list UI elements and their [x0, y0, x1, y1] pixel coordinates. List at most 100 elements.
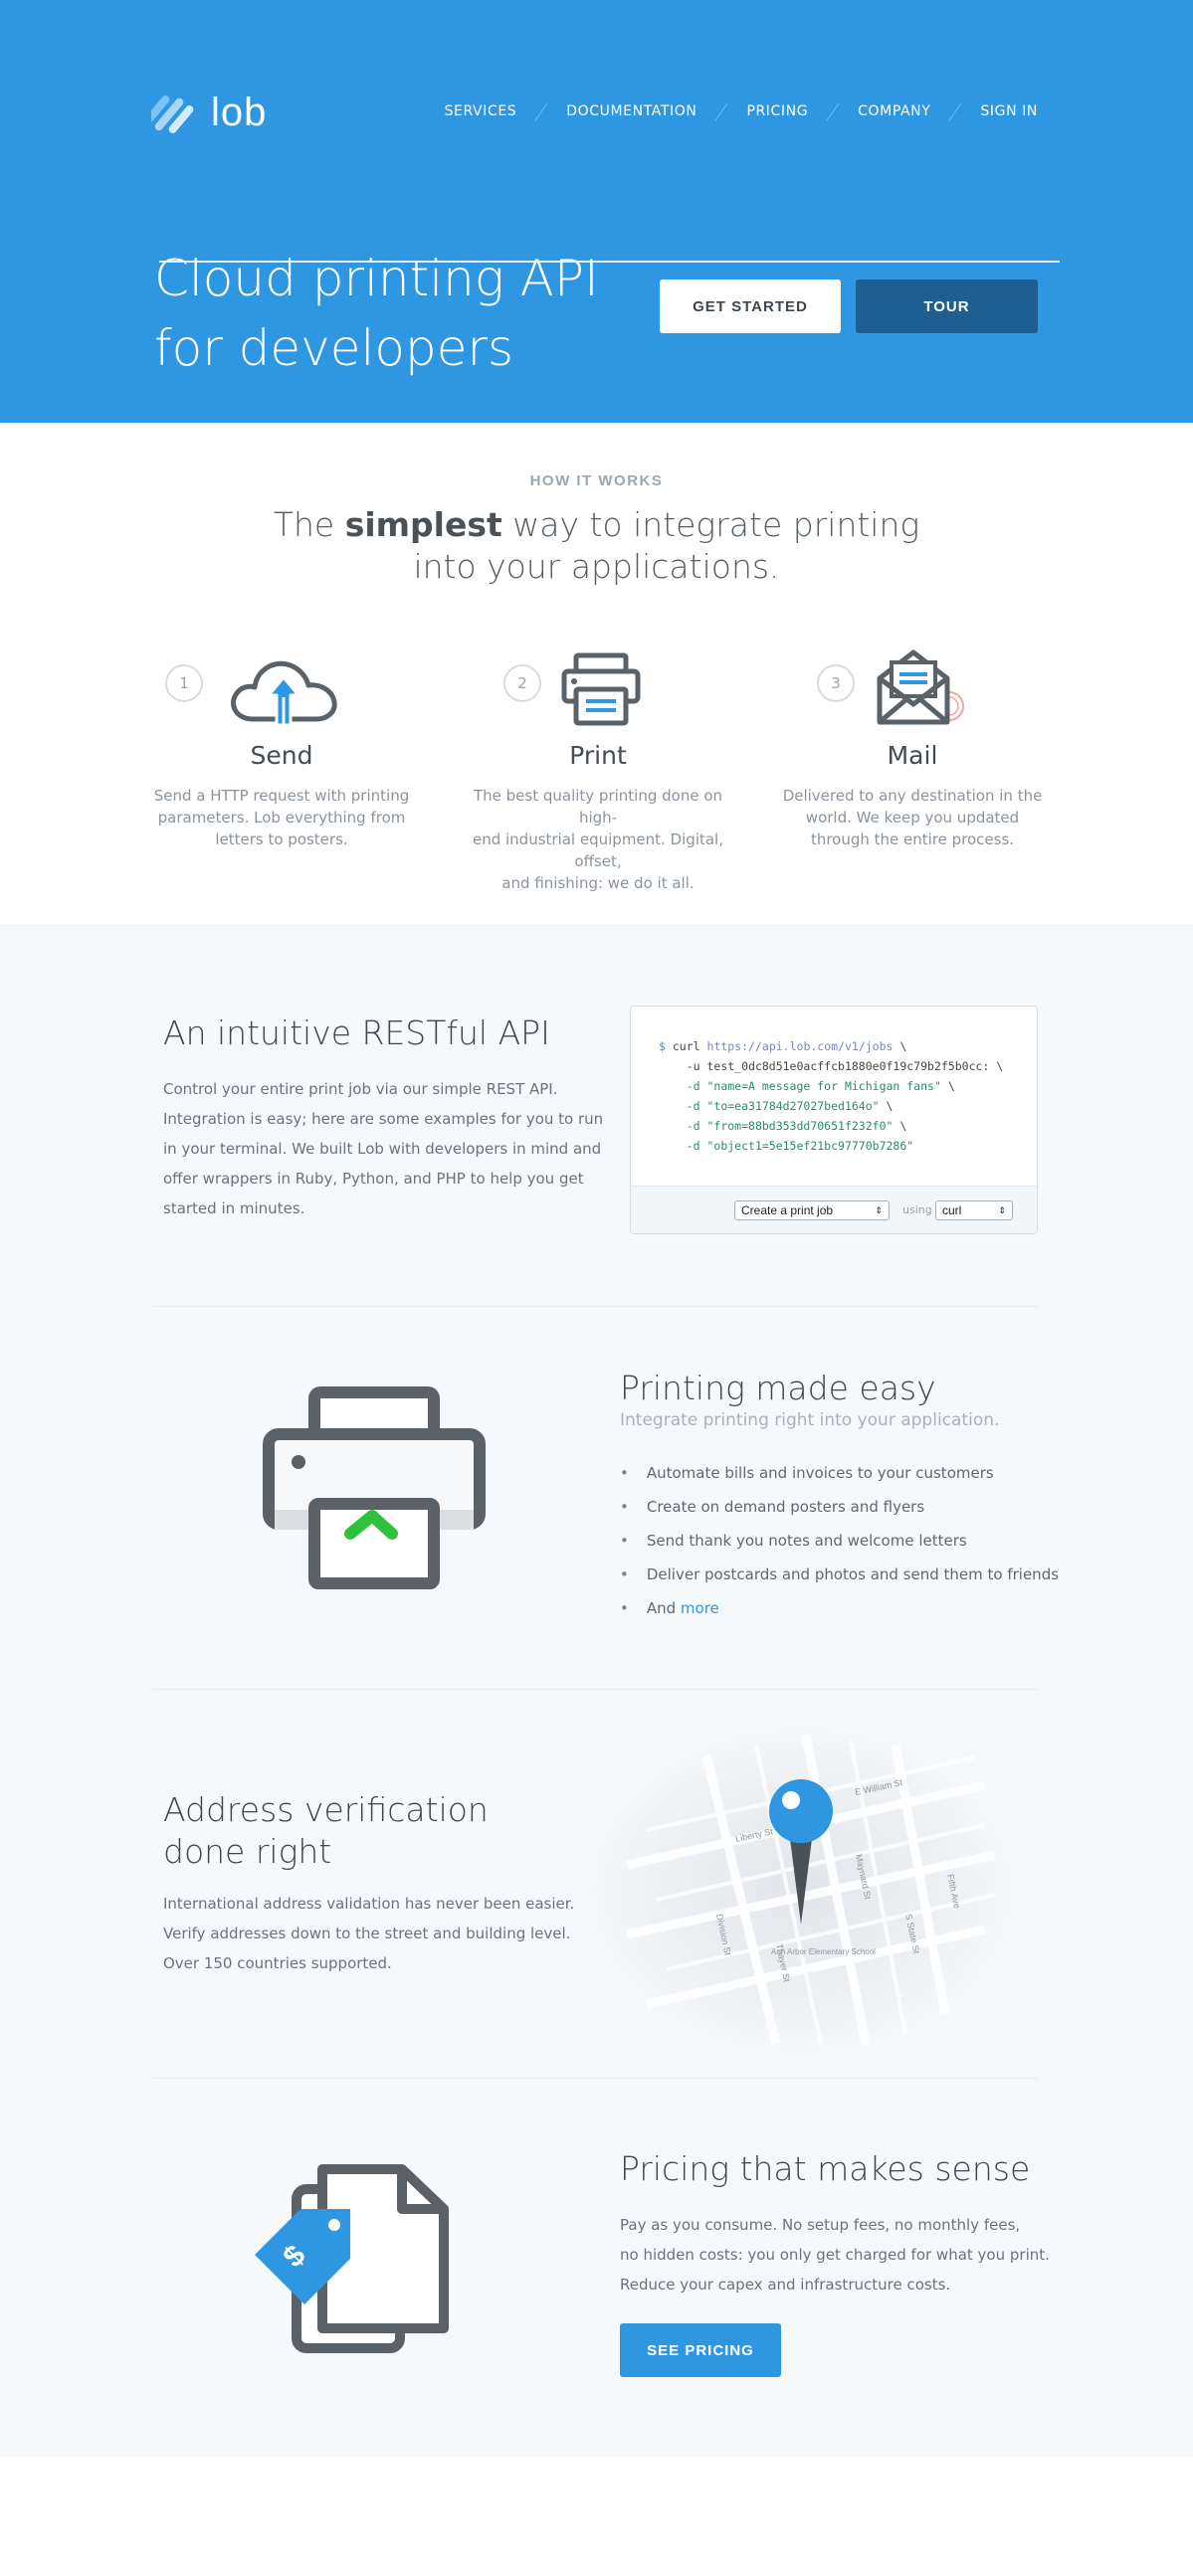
step-number-2: 2 [503, 664, 541, 702]
code-prompt: $ [659, 1039, 666, 1053]
cloud-upload-icon [231, 660, 337, 727]
map-illustration: Liberty St Division St E William St Mayn… [587, 1726, 1015, 2054]
step-desc-line: The best quality printing done on high- [473, 787, 723, 827]
lob-logo[interactable]: lob [151, 85, 267, 140]
heading-post: way to integrate printing [501, 505, 920, 544]
pricing-desc-line: no hidden costs: you only get charged fo… [620, 2246, 1050, 2264]
more-link[interactable]: more [681, 1599, 719, 1617]
step-title-print: Print [569, 741, 627, 770]
code-block[interactable]: $ curl https://api.lob.com/v1/jobs \ -u … [659, 1036, 1003, 1156]
list-item-prefix: And [646, 1599, 681, 1617]
step-title-send: Send [250, 741, 313, 770]
get-started-button[interactable]: GET STARTED [660, 279, 841, 333]
step-desc-print: The best quality printing done on high- … [454, 785, 742, 894]
hero-title: Cloud printing API for developers [154, 244, 599, 383]
api-title: An intuitive RESTful API [163, 1013, 550, 1052]
pricing-desc-line: Pay as you consume. No setup fees, no mo… [620, 2216, 1021, 2234]
step-desc-line: letters to posters. [215, 830, 348, 848]
printer-icon [561, 652, 641, 726]
map-graphic: Liberty St Division St E William St Mayn… [587, 1726, 1015, 2054]
step-number-3: 3 [817, 664, 855, 702]
step-desc-line: through the entire process. [810, 830, 1015, 848]
nav-separator [948, 101, 963, 121]
address-title: Address verification done right [163, 1789, 489, 1873]
code-command: curl [672, 1039, 700, 1053]
heading-bold: simplest [344, 505, 502, 544]
address-desc-line: Over 150 countries supported. [163, 1954, 392, 1972]
step-desc-mail: Delivered to any destination in the worl… [768, 785, 1057, 850]
code-language-select[interactable]: curl ⇕ [935, 1200, 1013, 1220]
list-item: And more [620, 1591, 1059, 1625]
section-divider [152, 1689, 1038, 1690]
nav-separator [714, 101, 729, 121]
pricing-documents-icon [255, 2164, 449, 2353]
heading-line2: into your applications. [413, 547, 780, 586]
printer-illustration-icon [263, 1386, 486, 1589]
step-number-1: 1 [165, 664, 203, 702]
hero-header: lob SERVICES DOCUMENTATION PRICING COMPA… [0, 0, 1193, 423]
address-desc-line: Verify addresses down to the street and … [163, 1925, 571, 1942]
list-item: Deliver postcards and photos and send th… [620, 1558, 1059, 1591]
main-nav: SERVICES DOCUMENTATION PRICING COMPANY S… [445, 101, 1038, 121]
nav-company[interactable]: COMPANY [858, 103, 930, 119]
tour-button[interactable]: TOUR [856, 279, 1038, 333]
heading-pre: The [273, 505, 345, 544]
step-desc-line: world. We keep you updated [805, 809, 1020, 827]
code-line: -d "to=ea31784d27027bed164o" [686, 1099, 880, 1113]
how-it-works-eyebrow: HOW IT WORKS [529, 472, 664, 489]
address-title-line1: Address verification [163, 1790, 489, 1829]
printing-subtitle: Integrate printing right into your appli… [620, 1410, 1000, 1430]
code-line: -d "from=88bd353dd70651f232f0" [686, 1119, 894, 1133]
select-arrows-icon: ⇕ [875, 1205, 883, 1215]
select-arrows-icon: ⇕ [998, 1205, 1006, 1215]
code-action-select-value: Create a print job [741, 1203, 834, 1217]
code-line: -u test_0dc8d51e0acffcb1880e0f19c79b2f5b… [686, 1059, 990, 1073]
code-url: https://api.lob.com/v1/jobs [706, 1039, 894, 1053]
api-desc-line: in your terminal. We built Lob with deve… [163, 1140, 602, 1158]
api-desc-line: Integration is easy; here are some examp… [163, 1110, 604, 1128]
section-divider [152, 2078, 1038, 2079]
code-line: -d "name=A message for Michigan fans" [686, 1079, 941, 1093]
code-panel-footer: Create a print job ⇕ using curl ⇕ [631, 1186, 1037, 1233]
api-desc-line: offer wrappers in Ruby, Python, and PHP … [163, 1170, 584, 1188]
printing-title: Printing made easy [620, 1369, 936, 1407]
address-title-line2: done right [163, 1832, 332, 1871]
step-desc-line: parameters. Lob everything from [157, 809, 406, 827]
see-pricing-button[interactable]: SEE PRICING [620, 2323, 781, 2377]
nav-pricing[interactable]: PRICING [746, 103, 808, 119]
code-language-select-value: curl [942, 1203, 962, 1217]
list-item: Automate bills and invoices to your cust… [620, 1456, 1059, 1490]
lob-logo-icon [151, 95, 194, 133]
logo-text: lob [211, 90, 268, 134]
api-description: Control your entire print job via our si… [163, 1074, 603, 1223]
step-desc-line: and finishing: we do it all. [501, 874, 695, 892]
hero-title-line1: Cloud printing API [154, 250, 599, 307]
address-desc-line: International address validation has nev… [163, 1895, 575, 1913]
code-example-panel: $ curl https://api.lob.com/v1/jobs \ -u … [630, 1006, 1038, 1234]
map-label: Ann Arbor Elementary School [771, 1947, 876, 1956]
nav-services[interactable]: SERVICES [445, 103, 517, 119]
code-action-select[interactable]: Create a print job ⇕ [734, 1200, 890, 1220]
step-desc-line: Delivered to any destination in the [782, 787, 1043, 805]
hero-title-line2: for developers [154, 319, 514, 377]
step-desc-send: Send a HTTP request with printing parame… [137, 785, 426, 850]
list-item: Send thank you notes and welcome letters [620, 1524, 1059, 1558]
section-divider [152, 1306, 1038, 1307]
code-line: -d "object1=5e15ef21bc97770b7286" [686, 1139, 914, 1153]
nav-separator [534, 101, 549, 121]
step-desc-line: Send a HTTP request with printing [153, 787, 410, 805]
pricing-description: Pay as you consume. No setup fees, no mo… [620, 2210, 1050, 2300]
steps-connector-line [159, 261, 1060, 263]
api-desc-line: Control your entire print job via our si… [163, 1080, 558, 1098]
nav-separator [826, 101, 840, 121]
using-label: using [902, 1203, 932, 1216]
api-desc-line: started in minutes. [163, 1199, 305, 1217]
nav-documentation[interactable]: DOCUMENTATION [566, 103, 696, 119]
step-title-mail: Mail [887, 741, 938, 770]
envelope-icon [877, 649, 964, 725]
pricing-title: Pricing that makes sense [620, 2149, 1031, 2188]
step-desc-line: end industrial equipment. Digital, offse… [472, 830, 723, 870]
list-item: Create on demand posters and flyers [620, 1490, 1059, 1524]
printing-feature-list: Automate bills and invoices to your cust… [620, 1456, 1059, 1625]
nav-sign-in[interactable]: SIGN IN [980, 103, 1038, 119]
